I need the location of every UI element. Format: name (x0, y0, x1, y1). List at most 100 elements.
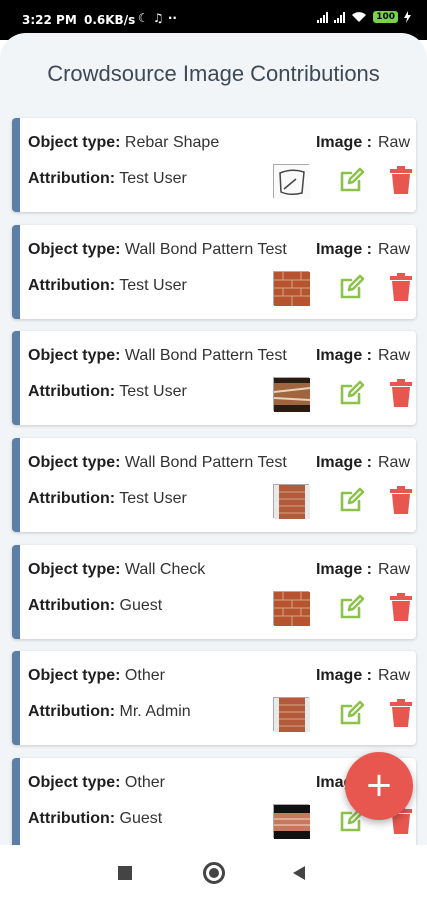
object-type-value: Rebar Shape (124, 134, 220, 151)
contribution-card[interactable]: Object type: Other Image : Raw Attribution:… (12, 651, 416, 745)
image-type-row: Image : Raw (311, 561, 410, 579)
object-type-label: Object type: (28, 561, 121, 578)
edit-icon[interactable] (338, 593, 366, 621)
trash-icon[interactable] (388, 378, 414, 408)
object-type-label: Object type: (28, 667, 121, 684)
image-thumbnail[interactable] (273, 164, 310, 199)
attribution-value: Mr. Admin (119, 703, 191, 720)
system-nav-bar (0, 845, 427, 900)
contribution-card[interactable]: Object type: Wall Bond Pattern Test Image… (12, 225, 416, 319)
image-type-value: Raw (377, 241, 410, 258)
object-type-row: Object type: Wall Bond Pattern Test (28, 241, 287, 259)
image-type-value: Raw (377, 561, 410, 578)
attribution-label: Attribution: (28, 277, 116, 294)
object-type-row: Object type: Rebar Shape (28, 134, 219, 152)
attribution-value: Test User (119, 277, 187, 294)
status-right-icons: 100 (317, 11, 411, 23)
status-notification-icons: ☾ ♫ ·· (138, 11, 177, 25)
attribution-row: Attribution: Test User (28, 490, 187, 508)
object-type-label: Object type: (28, 774, 121, 791)
attribution-value: Test User (119, 170, 187, 187)
image-thumbnail[interactable] (273, 697, 310, 732)
back-button[interactable] (293, 866, 305, 880)
attribution-value: Test User (119, 490, 187, 507)
object-type-row: Object type: Wall Bond Pattern Test (28, 347, 287, 365)
attribution-row: Attribution: Guest (28, 810, 162, 828)
edit-icon[interactable] (338, 166, 366, 194)
image-thumbnail[interactable] (273, 804, 310, 839)
object-type-row: Object type: Wall Check (28, 561, 205, 579)
object-type-value: Wall Bond Pattern Test (124, 241, 287, 258)
object-type-label: Object type: (28, 347, 121, 364)
attribution-label: Attribution: (28, 810, 116, 827)
image-type-row: Image : Raw (311, 241, 410, 259)
trash-icon[interactable] (388, 698, 414, 728)
attribution-row: Attribution: Test User (28, 277, 187, 295)
image-type-value: Raw (377, 454, 410, 471)
contribution-card[interactable]: Object type: Wall Bond Pattern Test Image… (12, 438, 416, 532)
home-button[interactable] (203, 862, 225, 884)
object-type-row: Object type: Wall Bond Pattern Test (28, 454, 287, 472)
image-label: Image : (315, 667, 372, 684)
edit-icon[interactable] (338, 699, 366, 727)
object-type-value: Other (124, 667, 165, 684)
status-time: 3:22 PM (22, 13, 77, 27)
object-type-value: Wall Bond Pattern Test (124, 347, 287, 364)
attribution-value: Guest (119, 810, 163, 827)
wifi-icon (352, 12, 367, 22)
attribution-row: Attribution: Test User (28, 383, 187, 401)
image-type-row: Image : Raw (311, 454, 410, 472)
object-type-label: Object type: (28, 454, 121, 471)
cell-signal-2-icon (334, 11, 346, 23)
edit-icon[interactable] (338, 379, 366, 407)
edit-icon[interactable] (338, 486, 366, 514)
trash-icon[interactable] (388, 165, 414, 195)
attribution-label: Attribution: (28, 383, 116, 400)
attribution-label: Attribution: (28, 170, 116, 187)
image-label: Image : (315, 134, 372, 151)
page-title: Crowdsource Image Contributions (47, 61, 380, 86)
image-type-value: Raw (377, 667, 410, 684)
image-label: Image : (315, 347, 372, 364)
attribution-label: Attribution: (28, 703, 116, 720)
recents-button[interactable] (118, 866, 132, 880)
attribution-row: Attribution: Test User (28, 170, 187, 188)
object-type-row: Object type: Other (28, 667, 165, 685)
image-thumbnail[interactable] (273, 591, 310, 626)
trash-icon[interactable] (388, 272, 414, 302)
image-type-row: Image : Raw (311, 134, 410, 152)
attribution-row: Attribution: Mr. Admin (28, 703, 191, 721)
image-thumbnail[interactable] (273, 271, 310, 306)
plus-icon: + (364, 765, 394, 805)
attribution-label: Attribution: (28, 597, 116, 614)
cell-signal-icon (317, 11, 329, 23)
status-network-speed: 0.6KB/s (84, 13, 136, 27)
edit-icon[interactable] (338, 273, 366, 301)
trash-icon[interactable] (388, 485, 414, 515)
attribution-value: Guest (119, 597, 163, 614)
contribution-card[interactable]: Object type: Rebar Shape Image : Raw Attrib… (12, 118, 416, 212)
object-type-value: Wall Check (124, 561, 206, 578)
attribution-label: Attribution: (28, 490, 116, 507)
attribution-value: Test User (119, 383, 187, 400)
object-type-label: Object type: (28, 134, 121, 151)
image-type-row: Image : Raw (311, 347, 410, 365)
image-label: Image : (315, 561, 372, 578)
image-type-value: Raw (377, 134, 410, 151)
image-thumbnail[interactable] (273, 377, 311, 412)
image-label: Image : (315, 241, 372, 258)
contribution-card[interactable]: Object type: Wall Bond Pattern Test Image… (12, 331, 416, 425)
object-type-value: Other (124, 774, 165, 791)
image-thumbnail[interactable] (273, 484, 310, 519)
contribution-card[interactable]: Object type: Wall Check Image : Raw Attribu… (12, 545, 416, 639)
trash-icon[interactable] (388, 592, 414, 622)
object-type-row: Object type: Other (28, 774, 165, 792)
battery-icon: 100 (373, 11, 398, 23)
attribution-row: Attribution: Guest (28, 597, 162, 615)
object-type-label: Object type: (28, 241, 121, 258)
add-contribution-button[interactable]: + (345, 752, 413, 820)
image-type-value: Raw (377, 347, 410, 364)
object-type-value: Wall Bond Pattern Test (124, 454, 287, 471)
charging-icon (404, 11, 411, 23)
image-label: Image : (315, 454, 372, 471)
